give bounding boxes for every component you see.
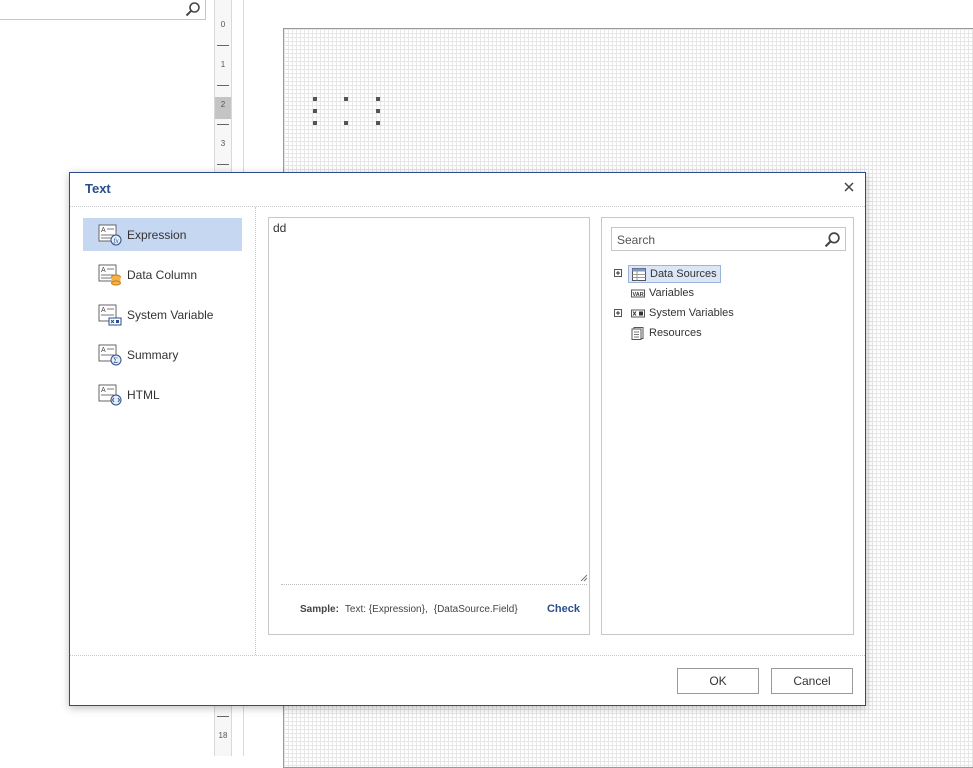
tree-label: System Variables (649, 307, 734, 319)
sample-hint: Sample: Text: {Expression}, {DataSource.Fi… (300, 604, 518, 615)
resize-handle[interactable] (344, 97, 348, 101)
system-variable-icon: A (98, 304, 122, 326)
ruler-tick (217, 45, 229, 46)
designer-search-box[interactable] (0, 0, 206, 20)
ruler-mark: 1 (220, 60, 226, 69)
tree-label: Variables (649, 287, 695, 299)
resize-handle[interactable] (313, 109, 317, 113)
svg-text:VAR: VAR (633, 292, 644, 298)
nav-system-variable[interactable]: A System Variable (83, 298, 242, 331)
resize-handle[interactable] (344, 121, 348, 125)
nav-label: System Variable (127, 308, 214, 322)
nav-expression[interactable]: A fx Expression (83, 218, 242, 251)
nav-summary[interactable]: A Σ Summary (83, 338, 242, 371)
search-icon[interactable] (824, 231, 841, 248)
nav-label: Summary (127, 348, 179, 362)
text-dialog: Text A fx Expression A Data Column A Sys… (69, 172, 866, 706)
search-placeholder: Search (617, 233, 656, 247)
resize-handle[interactable] (313, 97, 317, 101)
resize-handle[interactable] (376, 109, 380, 113)
nav-label: Data Column (127, 268, 198, 282)
tree-item-variables[interactable]: VAR Variables (628, 285, 718, 303)
resize-grip-icon[interactable] (580, 574, 588, 582)
editor-divider (281, 584, 587, 585)
sample-text: Text: {Expression}, (344, 604, 428, 615)
ruler-tick (217, 124, 229, 125)
dialog-title: Text (85, 181, 111, 196)
check-button[interactable]: Check (547, 603, 580, 615)
dictionary-panel: Search Data Sources VAR Variables System… (601, 217, 854, 635)
resize-handle[interactable] (376, 97, 380, 101)
tree-item-system-variables[interactable]: System Variables (628, 305, 748, 323)
ruler-mark: 18 (218, 731, 228, 740)
svg-text:A: A (101, 267, 106, 274)
nav-label: Expression (127, 228, 187, 242)
ruler-mark: 0 (220, 20, 226, 29)
footer-divider (70, 655, 865, 656)
tree-item-data-sources[interactable]: Data Sources (628, 265, 721, 283)
resize-handle[interactable] (313, 121, 317, 125)
nav-data-column[interactable]: A Data Column (83, 258, 242, 291)
ruler-tick (217, 85, 229, 86)
expand-icon[interactable] (614, 309, 622, 317)
sample-field: {DataSource.Field} (433, 604, 518, 615)
dictionary-search-input[interactable]: Search (611, 227, 846, 251)
expression-editor[interactable]: dd (269, 218, 589, 583)
resources-icon (631, 327, 644, 340)
resize-handle[interactable] (376, 121, 380, 125)
variables-icon: VAR (631, 289, 645, 298)
nav-label: HTML (127, 388, 160, 402)
ruler-mark: 3 (220, 139, 226, 148)
nav-divider (255, 207, 256, 655)
svg-text:fx: fx (114, 237, 120, 245)
svg-text:A: A (101, 307, 106, 314)
ok-button[interactable]: OK (677, 668, 759, 694)
expand-icon[interactable] (614, 269, 622, 277)
data-sources-icon (632, 268, 646, 281)
sample-label: Sample: (300, 604, 339, 615)
cancel-button[interactable]: Cancel (771, 668, 853, 694)
summary-icon: A Σ (98, 344, 122, 366)
tree-item-resources[interactable]: Resources (628, 325, 718, 343)
expression-panel: dd Sample: Text: {Expression}, {DataSource… (268, 217, 590, 635)
tree-label: Resources (649, 327, 702, 339)
svg-text:A: A (101, 387, 106, 394)
tree-label: Data Sources (650, 268, 717, 280)
search-icon[interactable] (185, 1, 201, 17)
data-column-icon: A (98, 264, 121, 286)
ruler-mark: 2 (220, 100, 226, 109)
svg-text:Σ: Σ (113, 356, 118, 365)
ruler-tick (217, 164, 229, 165)
close-icon[interactable] (843, 181, 855, 193)
expression-icon: A fx (98, 224, 122, 246)
html-icon: A (98, 384, 122, 406)
svg-text:A: A (101, 227, 106, 234)
system-variables-icon (631, 309, 645, 318)
ruler-tick (217, 716, 229, 717)
nav-html[interactable]: A HTML (83, 378, 242, 411)
title-divider (70, 206, 865, 207)
svg-text:A: A (101, 347, 106, 354)
